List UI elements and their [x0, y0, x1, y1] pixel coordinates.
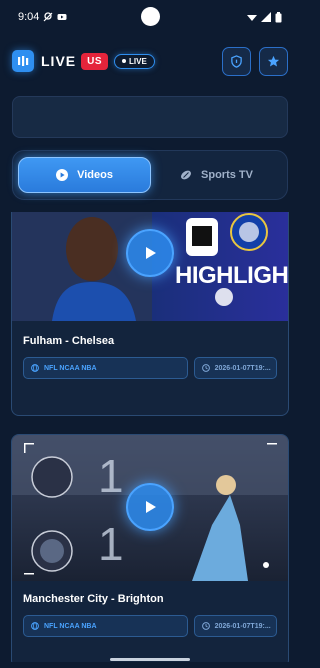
thumbnail-caption: HIGHLIGHTS [175, 262, 288, 289]
play-button[interactable] [126, 229, 174, 277]
date-chip: 2026-01-07T19:... [193, 357, 277, 379]
play-button[interactable] [126, 483, 174, 531]
match-title: Fulham - Chelsea [23, 335, 115, 347]
region-badge[interactable]: US [81, 52, 109, 70]
gesture-nav-handle[interactable] [110, 658, 190, 661]
score-home: 1 [98, 450, 124, 502]
match-card[interactable]: CFC HIGHLIGHTS Fulham - Chelsea NFL NCAA… [11, 212, 289, 416]
play-icon [146, 247, 156, 259]
battery-icon [275, 11, 282, 22]
league-chip-label: NFL NCAA NBA [44, 364, 97, 372]
youtube-icon [57, 14, 67, 20]
match-card[interactable]: 1 1 Manchester City - Brighton NFL NCAA … [11, 434, 289, 662]
match-tags: NFL NCAA NBA 2026-01-07T19:... [12, 615, 288, 637]
favorites-button[interactable] [259, 46, 288, 76]
tab-sports-tv-label: Sports TV [201, 169, 253, 181]
tab-videos[interactable]: Videos [18, 157, 151, 193]
tab-videos-label: Videos [77, 169, 113, 181]
app-logo-icon [12, 50, 34, 72]
date-chip: 2026-01-07T19:... [193, 615, 277, 637]
tab-sports-tv[interactable]: Sports TV [151, 157, 282, 193]
shield-icon [231, 54, 242, 68]
score-away: 1 [98, 518, 124, 570]
globe-icon [31, 622, 39, 630]
video-thumbnail[interactable]: CFC HIGHLIGHTS [12, 212, 288, 321]
status-time: 9:04 [18, 11, 40, 23]
live-dot-icon [122, 59, 127, 63]
league-chip[interactable]: NFL NCAA NBA [23, 615, 188, 637]
clock-icon [201, 622, 210, 630]
league-chip-label: NFL NCAA NBA [44, 622, 97, 630]
video-thumbnail[interactable]: 1 1 [12, 435, 288, 581]
play-icon [146, 501, 156, 513]
star-icon [267, 55, 280, 67]
status-bar: 9:04 [0, 0, 300, 34]
camera-cutout [141, 7, 160, 26]
app-header: LIVE US LIVE [0, 42, 300, 80]
wifi-icon [247, 15, 257, 21]
match-title: Manchester City - Brighton [23, 593, 164, 605]
globe-icon [31, 364, 39, 372]
location-off-icon [43, 12, 53, 22]
date-chip-label: 2026-01-07T19:... [214, 364, 271, 372]
status-right [247, 11, 282, 23]
date-chip-label: 2026-01-07T19:... [214, 622, 271, 630]
play-circle-icon [56, 169, 69, 181]
status-left: 9:04 [18, 11, 67, 23]
clock-icon [201, 364, 210, 372]
match-tags: NFL NCAA NBA 2026-01-07T19:... [12, 357, 288, 379]
search-input[interactable] [12, 96, 288, 138]
live-indicator[interactable]: LIVE [114, 53, 155, 69]
video-feed[interactable]: CFC HIGHLIGHTS Fulham - Chelsea NFL NCAA… [0, 212, 300, 662]
content-tabs: Videos Sports TV [12, 150, 288, 200]
live-pill-label: LIVE [129, 56, 147, 66]
privacy-button[interactable] [222, 46, 251, 76]
signal-icon [261, 12, 271, 22]
header-actions [222, 46, 288, 76]
brand-name: LIVE [41, 53, 77, 69]
ball-icon [181, 170, 191, 180]
league-chip[interactable]: NFL NCAA NBA [23, 357, 188, 379]
